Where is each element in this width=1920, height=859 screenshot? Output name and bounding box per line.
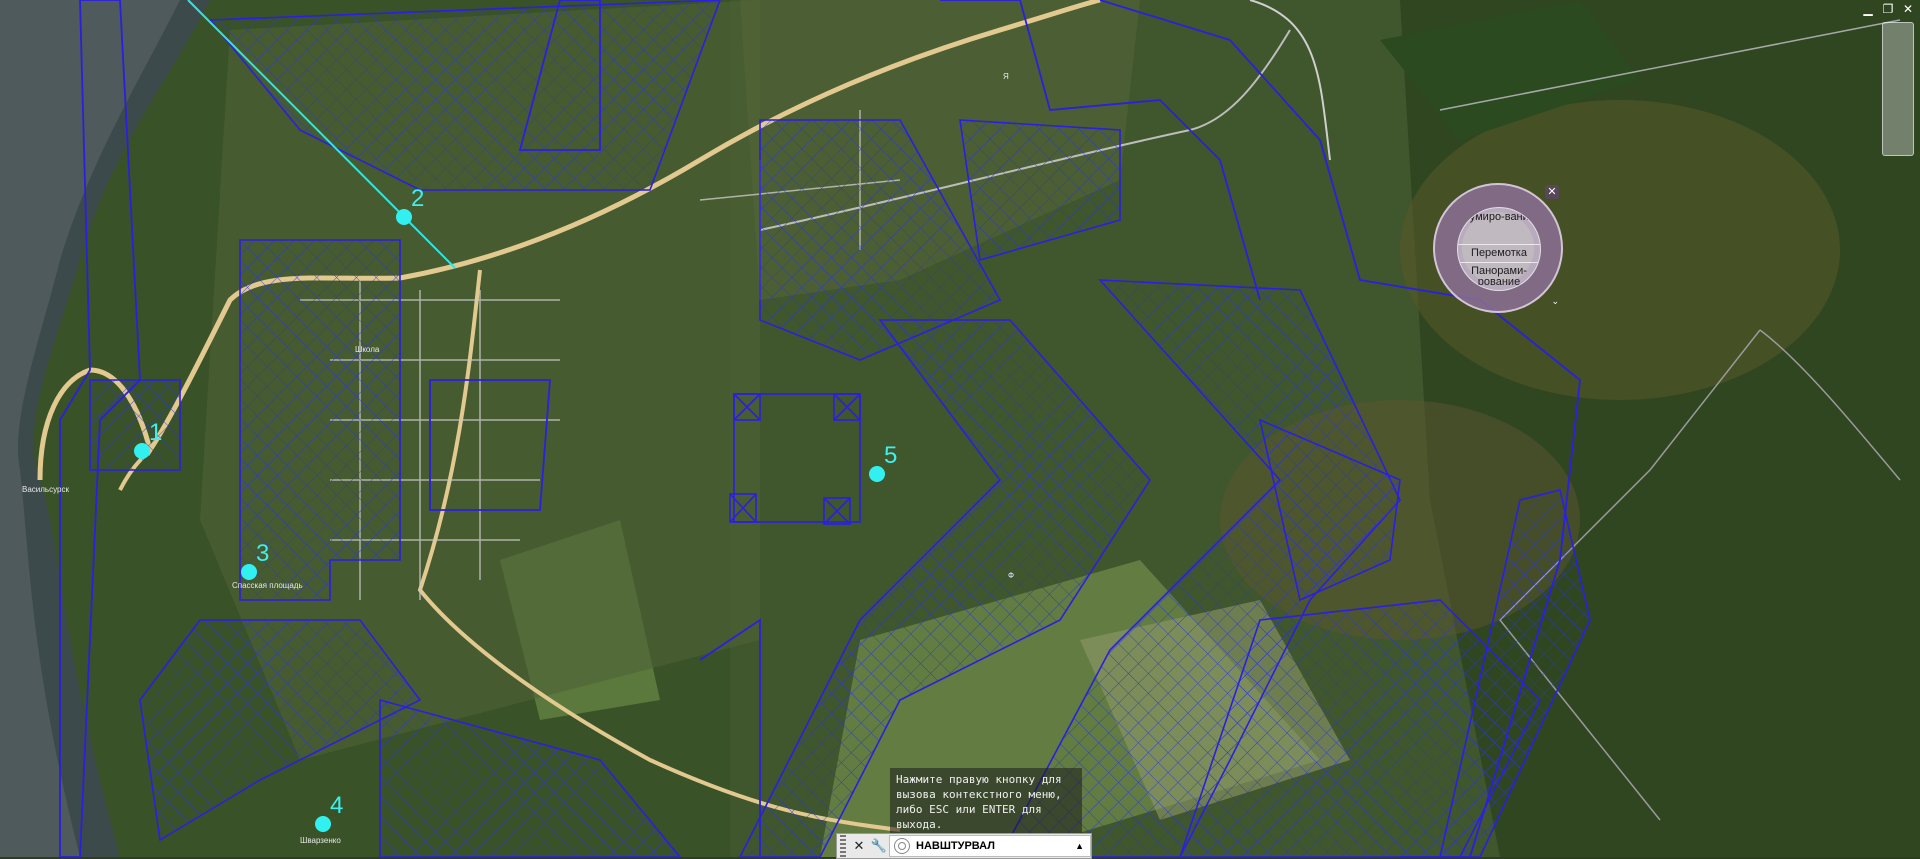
- map-place-label: Васильсурск: [22, 485, 69, 494]
- steering-wheel[interactable]: Зумиро-вание Перемотка Панорами-рование …: [1433, 183, 1563, 313]
- map-point-marker: [241, 564, 257, 580]
- map-place-label: Шварзенко: [300, 836, 341, 845]
- steering-wheel-center: Зумиро-вание Перемотка Панорами-рование: [1457, 207, 1541, 291]
- map-point-marker: [869, 466, 885, 482]
- wheel-close-icon[interactable]: ✕: [1545, 185, 1559, 199]
- satellite-map[interactable]: Я Ф Васильсурск Спасская площадь Шварзенко Шк…: [0, 0, 1920, 857]
- map-point-marker: [396, 209, 412, 225]
- command-input[interactable]: НАВШТУРВАЛ ▲: [889, 835, 1091, 857]
- window-controls: ▁ ❐ ✕: [1862, 2, 1914, 16]
- map-place-label: Я: [1003, 72, 1009, 81]
- map-place-label: Школа: [355, 345, 380, 354]
- minimize-icon[interactable]: ▁: [1862, 2, 1874, 16]
- restore-icon[interactable]: ❐: [1882, 2, 1894, 16]
- map-point-label: 4: [330, 792, 343, 819]
- command-hint: Нажмите правую кнопку для вызова контекс…: [890, 768, 1082, 836]
- cancel-command-icon[interactable]: ✕: [849, 835, 869, 857]
- wheel-zoom-button[interactable]: Зумиро-вание: [1458, 212, 1540, 223]
- map-point-label: 5: [884, 442, 897, 469]
- map-point-label: 1: [149, 419, 162, 446]
- steering-wheel-icon: [894, 838, 910, 854]
- wheel-rewind-button[interactable]: Перемотка: [1458, 244, 1540, 263]
- map-scrollbar[interactable]: [1882, 22, 1914, 156]
- wheel-menu-chevron-icon[interactable]: ⌄: [1551, 296, 1559, 307]
- command-text: НАВШТУРВАЛ: [916, 840, 995, 852]
- map-place-label: Спасская площадь: [232, 581, 303, 590]
- wrench-icon[interactable]: 🔧: [869, 835, 889, 857]
- map-place-label: Ф: [1008, 571, 1014, 580]
- map-point-label: 2: [411, 185, 424, 212]
- map-point-marker: [134, 443, 150, 459]
- map-point-marker: [315, 816, 331, 832]
- history-caret-icon[interactable]: ▲: [1075, 841, 1084, 851]
- wheel-pan-button[interactable]: Панорами-рование: [1458, 266, 1540, 288]
- grip-handle-icon[interactable]: [840, 835, 846, 857]
- command-line: ✕ 🔧 НАВШТУРВАЛ ▲: [836, 833, 1092, 859]
- map-point-label: 3: [256, 540, 269, 567]
- close-icon[interactable]: ✕: [1902, 2, 1914, 16]
